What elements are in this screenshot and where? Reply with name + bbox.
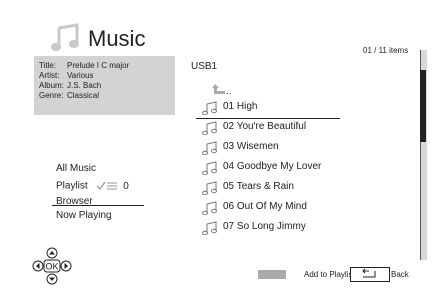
info-artist-row: Artist: Various (39, 71, 94, 80)
menu-item-playlist-label: Playlist (56, 180, 88, 192)
return-arrow-icon (362, 268, 376, 278)
music-file-icon (202, 201, 217, 215)
file-name: 04 Goodbye My Lover (223, 161, 322, 172)
file-list-item[interactable]: 01 High (202, 98, 340, 118)
info-title-value: Prelude I C major (67, 61, 130, 70)
music-file-icon (202, 141, 217, 155)
dpad-up-button[interactable] (46, 247, 58, 259)
playlist-icon (97, 181, 118, 191)
parent-folder-label[interactable]: .. (226, 86, 232, 97)
file-list-item[interactable]: 07 So Long Jimmy (202, 218, 340, 238)
info-genre-key: Genre: (39, 91, 64, 100)
add-to-playlist-label: Add to Playlist (304, 270, 355, 279)
file-name: 07 So Long Jimmy (223, 221, 306, 232)
menu-item-all-music[interactable]: All Music (56, 163, 96, 174)
dpad-ok-button[interactable]: OK (43, 259, 61, 273)
info-album-value: J.S. Bach (67, 81, 102, 90)
music-file-icon (202, 121, 217, 135)
playlist-count: 0 (123, 180, 129, 192)
info-album-key: Album: (39, 81, 64, 90)
music-file-icon (202, 221, 217, 235)
file-name: 05 Tears & Rain (223, 181, 294, 192)
menu-item-now-playing[interactable]: Now Playing (56, 210, 112, 221)
info-artist-key: Artist: (39, 71, 60, 80)
file-list-item[interactable]: 05 Tears & Rain (202, 178, 340, 198)
back-button[interactable] (350, 267, 390, 282)
info-title-key: Title: (39, 61, 57, 70)
menu-selection-line (52, 205, 144, 206)
dpad-right-button[interactable] (60, 260, 72, 272)
music-note-icon (51, 23, 79, 51)
menu-item-playlist[interactable]: Playlist 0 (56, 180, 129, 192)
info-genre-value: Classical (67, 91, 100, 100)
info-title-row: Title: Prelude I C major (39, 61, 129, 70)
add-to-playlist-color-key (258, 270, 286, 279)
dpad-left-button[interactable] (32, 260, 44, 272)
file-list-item[interactable]: 02 You're Beautiful (202, 118, 340, 138)
info-artist-value: Various (67, 71, 94, 80)
file-name: 06 Out Of My Mind (223, 201, 307, 212)
music-file-icon (202, 181, 217, 195)
info-album-row: Album: J.S. Bach (39, 81, 101, 90)
file-list-item[interactable]: 03 Wisemen (202, 138, 340, 158)
parent-folder-icon[interactable] (212, 83, 226, 95)
music-file-icon (202, 101, 217, 115)
info-genre-row: Genre: Classical (39, 91, 99, 100)
file-list-item[interactable]: 06 Out Of My Mind (202, 198, 340, 218)
file-name: 03 Wisemen (223, 141, 279, 152)
dpad-down-button[interactable] (46, 273, 58, 285)
file-name: 02 You're Beautiful (223, 121, 307, 132)
file-list-item[interactable]: 04 Goodbye My Lover (202, 158, 340, 178)
selection-underline (196, 118, 340, 119)
music-file-icon (202, 161, 217, 175)
scrollbar-thumb[interactable] (420, 70, 426, 142)
folder-name: USB1 (191, 61, 218, 72)
item-count: 01 / 11 items (363, 46, 409, 55)
dpad-ok-label: OK (45, 262, 58, 272)
dpad-navigation[interactable]: OK (32, 246, 72, 286)
page-title: Music (88, 26, 146, 51)
track-info-panel: Title: Prelude I C major Artist: Various A… (34, 56, 175, 115)
file-name: 01 High (223, 101, 258, 112)
back-label: Back (391, 270, 409, 279)
